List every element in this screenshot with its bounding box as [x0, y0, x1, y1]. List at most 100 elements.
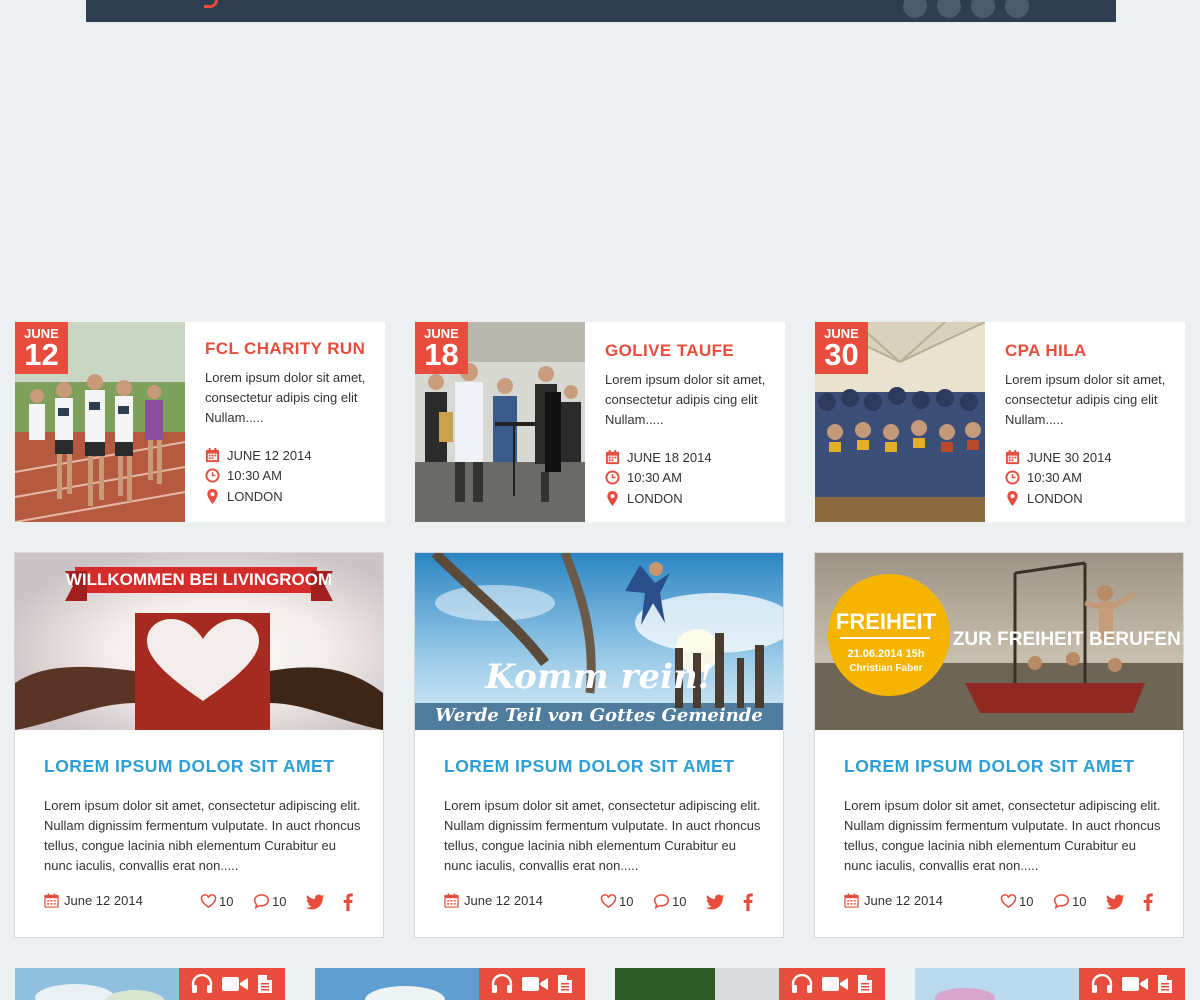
post-date: June 12 2014 [844, 893, 943, 908]
headphones-icon[interactable] [1090, 974, 1114, 994]
post-image-circle-date: 21.06.2014 15h [847, 648, 924, 660]
event-card[interactable]: JUNE 18 GOLIVE TAUFE Lorem ipsum dolor s… [415, 322, 785, 522]
post-excerpt: Lorem ipsum dolor sit amet, consectetur … [44, 798, 361, 873]
facebook-icon[interactable] [971, 0, 995, 18]
post-image-banner: WILLKOMMEN BEI LIVINGROOM [66, 570, 332, 589]
twitter-icon[interactable] [1005, 0, 1029, 18]
document-icon[interactable] [856, 974, 874, 994]
media-card[interactable] [615, 968, 885, 1000]
badge-day: 12 [24, 337, 59, 372]
video-icon[interactable] [521, 974, 549, 994]
post-image-komm-rein[interactable]: Komm rein! Werde Teil von Gottes Gemeind… [415, 553, 783, 730]
post-card[interactable]: WILLKOMMEN BEI LIVINGROOM LOREM IPSUM DO… [14, 552, 384, 938]
comment-button[interactable]: 10 [253, 893, 286, 909]
media-card[interactable] [15, 968, 285, 1000]
event-card[interactable]: JUNE 30 CPA HILA Lorem ipsum dolor sit a… [815, 322, 1185, 522]
media-card[interactable] [915, 968, 1185, 1000]
post-date-text: June 12 2014 [64, 893, 143, 908]
media-type-bar [479, 968, 585, 1000]
calendar-icon [44, 893, 59, 908]
document-icon[interactable] [556, 974, 574, 994]
comment-count: 10 [1072, 893, 1087, 909]
location-pin-icon [605, 491, 620, 506]
calendar-icon [444, 893, 459, 908]
post-excerpt: Lorem ipsum dolor sit amet, consectetur … [844, 798, 1161, 873]
comment-icon [1053, 893, 1070, 909]
event-date-row: JUNE 12 2014 [205, 445, 377, 466]
logo[interactable] [204, 0, 218, 8]
event-date: JUNE 30 2014 [1027, 449, 1112, 465]
facebook-icon[interactable] [1143, 893, 1153, 911]
event-card[interactable]: JUNE 12 FCL CHARITY RUN Lorem ipsum dolo… [15, 322, 385, 522]
post-date: June 12 2014 [444, 893, 543, 908]
media-card[interactable] [315, 968, 585, 1000]
post-card[interactable]: Komm rein! Werde Teil von Gottes Gemeind… [414, 552, 784, 938]
post-excerpt: Lorem ipsum dolor sit amet, consectetur … [444, 798, 761, 873]
event-title[interactable]: FCL CHARITY RUN [205, 339, 377, 359]
media-type-bar [779, 968, 885, 1000]
heart-icon [600, 893, 617, 909]
event-date: JUNE 18 2014 [627, 449, 712, 465]
headphones-icon[interactable] [490, 974, 514, 994]
event-excerpt: Lorem ipsum dolor sit amet, consectetur … [605, 372, 766, 427]
heart-icon [1000, 893, 1017, 909]
video-icon[interactable] [821, 974, 849, 994]
post-date-text: June 12 2014 [464, 893, 543, 908]
post-image-subline: Werde Teil von Gottes Gemeinde [435, 705, 763, 726]
twitter-icon[interactable] [706, 894, 725, 910]
event-location: LONDON [227, 488, 283, 504]
twitter-icon[interactable] [1106, 894, 1125, 910]
event-date-badge: JUNE 12 [15, 322, 68, 374]
like-button[interactable]: 10 [1000, 893, 1033, 909]
post-title[interactable]: LOREM IPSUM DOLOR SIT AMET [44, 756, 364, 777]
event-meta: JUNE 18 2014 10:30 AM LONDON [605, 447, 777, 509]
event-time-row: 10:30 AM [205, 466, 377, 487]
post-body: LOREM IPSUM DOLOR SIT AMET Lorem ipsum d… [444, 730, 764, 876]
location-pin-icon [205, 489, 220, 504]
like-button[interactable]: 10 [600, 893, 633, 909]
calendar-icon [844, 893, 859, 908]
event-date-badge: JUNE 30 [815, 322, 868, 374]
event-body: GOLIVE TAUFE Lorem ipsum dolor sit amet,… [605, 322, 777, 509]
comment-button[interactable]: 10 [1053, 893, 1086, 909]
event-title[interactable]: CPA HILA [1005, 341, 1177, 361]
event-excerpt: Lorem ipsum dolor sit amet, consectetur … [1005, 372, 1166, 427]
like-count: 10 [219, 893, 234, 909]
post-image-headline: Komm rein! [484, 657, 712, 697]
twitter-icon[interactable] [306, 894, 325, 910]
post-meta: June 12 2014 10 10 [44, 893, 358, 913]
event-location-row: LONDON [605, 488, 777, 509]
post-date-text: June 12 2014 [864, 893, 943, 908]
post-image-livingroom[interactable]: WILLKOMMEN BEI LIVINGROOM [15, 553, 383, 730]
comment-icon [253, 893, 270, 909]
event-time: 10:30 AM [1027, 470, 1082, 486]
calendar-icon [1005, 450, 1020, 465]
event-location-row: LONDON [1005, 488, 1177, 509]
like-button[interactable]: 10 [200, 893, 233, 909]
headphones-icon[interactable] [190, 974, 214, 994]
event-title[interactable]: GOLIVE TAUFE [605, 341, 777, 361]
post-title[interactable]: LOREM IPSUM DOLOR SIT AMET [444, 756, 764, 777]
facebook-icon[interactable] [743, 893, 753, 911]
location-pin-icon [1005, 491, 1020, 506]
event-date-row: JUNE 18 2014 [605, 447, 777, 468]
event-date: JUNE 12 2014 [227, 447, 312, 463]
google-plus-icon[interactable] [937, 0, 961, 18]
post-title[interactable]: LOREM IPSUM DOLOR SIT AMET [844, 756, 1164, 777]
post-image-circle-name: Christian Faber [849, 663, 922, 674]
document-icon[interactable] [256, 974, 274, 994]
comment-count: 10 [272, 893, 287, 909]
rss-icon[interactable] [903, 0, 927, 18]
post-image-freiheit[interactable]: FREIHEIT 21.06.2014 15h Christian Faber … [815, 553, 1183, 730]
video-icon[interactable] [1121, 974, 1149, 994]
post-meta: June 12 2014 10 10 [844, 893, 1158, 913]
document-icon[interactable] [1156, 974, 1174, 994]
headphones-icon[interactable] [790, 974, 814, 994]
facebook-icon[interactable] [343, 893, 353, 911]
badge-day: 18 [424, 337, 459, 372]
event-meta: JUNE 30 2014 10:30 AM LONDON [1005, 447, 1177, 509]
post-card[interactable]: FREIHEIT 21.06.2014 15h Christian Faber … [814, 552, 1184, 938]
video-icon[interactable] [221, 974, 249, 994]
clock-icon [1005, 470, 1020, 485]
comment-button[interactable]: 10 [653, 893, 686, 909]
